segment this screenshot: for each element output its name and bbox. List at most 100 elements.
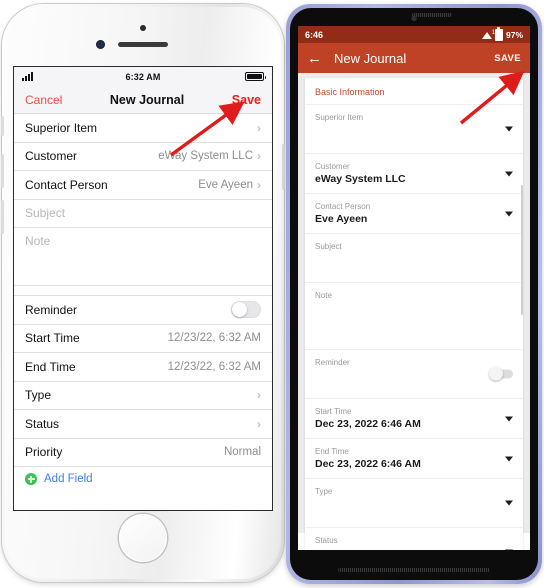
field-value [315,253,497,266]
chevron-right-icon: › [257,177,261,192]
android-earpiece-speaker [412,13,452,17]
ios-row-label: Priority [25,445,63,460]
ios-status-bar: 6:32 AM [14,67,272,86]
field-value [315,302,497,315]
chevron-down-icon[interactable] [505,500,513,506]
iphone-volume-up-button [1,154,4,188]
field-value [315,498,497,511]
android-app-bar: ← New Journal SAVE [298,43,530,73]
ios-row-value: eWay System LLC [158,150,253,163]
reminder-toggle[interactable] [489,366,513,381]
android-field-status[interactable]: Status [305,528,523,550]
android-field-end-time[interactable]: End Time Dec 23, 2022 6:46 AM [305,439,523,479]
iphone-screen: 6:32 AM Cancel New Journal Save Superior… [14,67,272,510]
ios-status-clock: 6:32 AM [125,71,161,82]
chevron-down-icon[interactable] [505,171,513,176]
arrow-left-icon[interactable]: ← [307,51,322,66]
android-field-subject[interactable]: Subject [305,234,523,283]
page-title: New Journal [334,50,407,66]
ios-row-label: Superior Item [25,120,98,135]
ios-row-end-time[interactable]: End Time 12/23/22, 6:32 AM [14,353,272,382]
field-label: Status [315,536,338,545]
iphone-device-frame: 6:32 AM Cancel New Journal Save Superior… [1,4,285,582]
android-field-superior-item[interactable]: Superior Item [305,105,523,154]
field-label: Note [315,291,332,300]
field-label: Superior Item [315,113,364,122]
chevron-right-icon: › [257,416,261,431]
iphone-power-button [282,144,285,190]
field-label: Reminder [315,358,350,367]
field-value [315,369,497,382]
chevron-down-icon[interactable] [505,549,513,550]
ios-row-reminder[interactable]: Reminder [14,296,272,325]
iphone-front-camera [96,40,105,49]
android-bottom-speaker [338,568,490,572]
iphone-earpiece-speaker [118,42,168,47]
field-value [315,547,497,550]
android-field-start-time[interactable]: Start Time Dec 23, 2022 6:46 AM [305,399,523,439]
wifi-icon: 1 [481,30,495,39]
note-input-placeholder: Note [25,234,51,248]
chevron-down-icon[interactable] [505,211,513,216]
ios-row-label: Customer [25,149,78,164]
chevron-down-icon[interactable] [505,416,513,421]
ios-row-customer[interactable]: Customer eWay System LLC › [14,143,272,171]
field-label: Customer [315,162,350,171]
ios-row-priority[interactable]: Priority Normal [14,439,272,467]
ios-row-value: Normal [223,446,261,459]
ios-row-start-time[interactable]: Start Time 12/23/22, 6:32 AM [14,325,272,353]
android-device-frame: 6:46 1 97% ← New Journal SAVE Basic Info… [286,4,542,584]
add-field-label: Add Field [44,473,93,485]
cellular-signal-icon [22,72,33,81]
ios-row-value: 12/23/22, 6:32 AM [167,332,261,345]
plus-circle-icon [25,473,37,485]
field-value: Eve Ayeen [315,213,368,225]
ios-row-label: Reminder [25,302,78,317]
ios-row-type[interactable]: Type › [14,382,272,410]
section-header-basic-information: Basic Information [305,78,523,105]
ios-row-label: Status [25,416,60,431]
battery-percent-label: 97% [505,29,523,40]
android-field-reminder[interactable]: Reminder [305,350,523,399]
reminder-toggle[interactable] [231,301,261,319]
ios-row-value: 12/23/22, 6:32 AM [167,360,261,373]
field-value: eWay System LLC [315,173,406,185]
add-field-button[interactable]: Add Field [14,467,272,491]
field-label: Type [315,487,333,496]
android-field-type[interactable]: Type [305,479,523,528]
ios-row-status[interactable]: Status › [14,410,272,439]
cancel-button[interactable]: Cancel [25,93,62,107]
ios-row-subject[interactable]: Subject [14,200,272,228]
ios-row-superior-item[interactable]: Superior Item › [14,114,272,143]
scrollbar-thumb[interactable] [521,185,523,315]
chevron-right-icon: › [257,388,261,403]
chevron-down-icon[interactable] [505,126,513,132]
chevron-down-icon[interactable] [505,456,513,461]
ios-row-contact-person[interactable]: Contact Person Eve Ayeen › [14,171,272,200]
field-value: Dec 23, 2022 6:46 AM [315,418,421,430]
android-field-customer[interactable]: Customer eWay System LLC [305,154,523,194]
ios-nav-bar: Cancel New Journal Save [14,86,272,114]
android-screen: 6:46 1 97% ← New Journal SAVE Basic Info… [298,26,530,550]
chevron-right-icon: › [257,120,261,135]
ios-row-value: Eve Ayeen [198,178,253,191]
android-front-camera [411,16,417,21]
save-button[interactable]: SAVE [494,53,521,64]
android-form-scroll[interactable]: Basic Information Superior Item Customer… [298,73,530,550]
field-value [315,124,497,137]
field-label: End Time [315,447,349,456]
android-field-note[interactable]: Note [305,283,523,350]
ios-row-note[interactable]: Note [14,228,272,286]
field-label: Subject [315,242,342,251]
android-form-card: Basic Information Superior Item Customer… [305,78,523,550]
battery-icon [494,27,503,41]
field-value: Dec 23, 2022 6:46 AM [315,458,421,470]
iphone-home-button[interactable] [119,514,167,562]
ios-row-label: Contact Person [25,177,108,192]
page-title: New Journal [109,92,185,107]
ios-row-label: Type [25,388,52,403]
save-button[interactable]: Save [232,93,261,107]
field-label: Start Time [315,407,352,416]
android-field-contact-person[interactable]: Contact Person Eve Ayeen [305,194,523,234]
subject-input-placeholder: Subject [25,206,66,221]
